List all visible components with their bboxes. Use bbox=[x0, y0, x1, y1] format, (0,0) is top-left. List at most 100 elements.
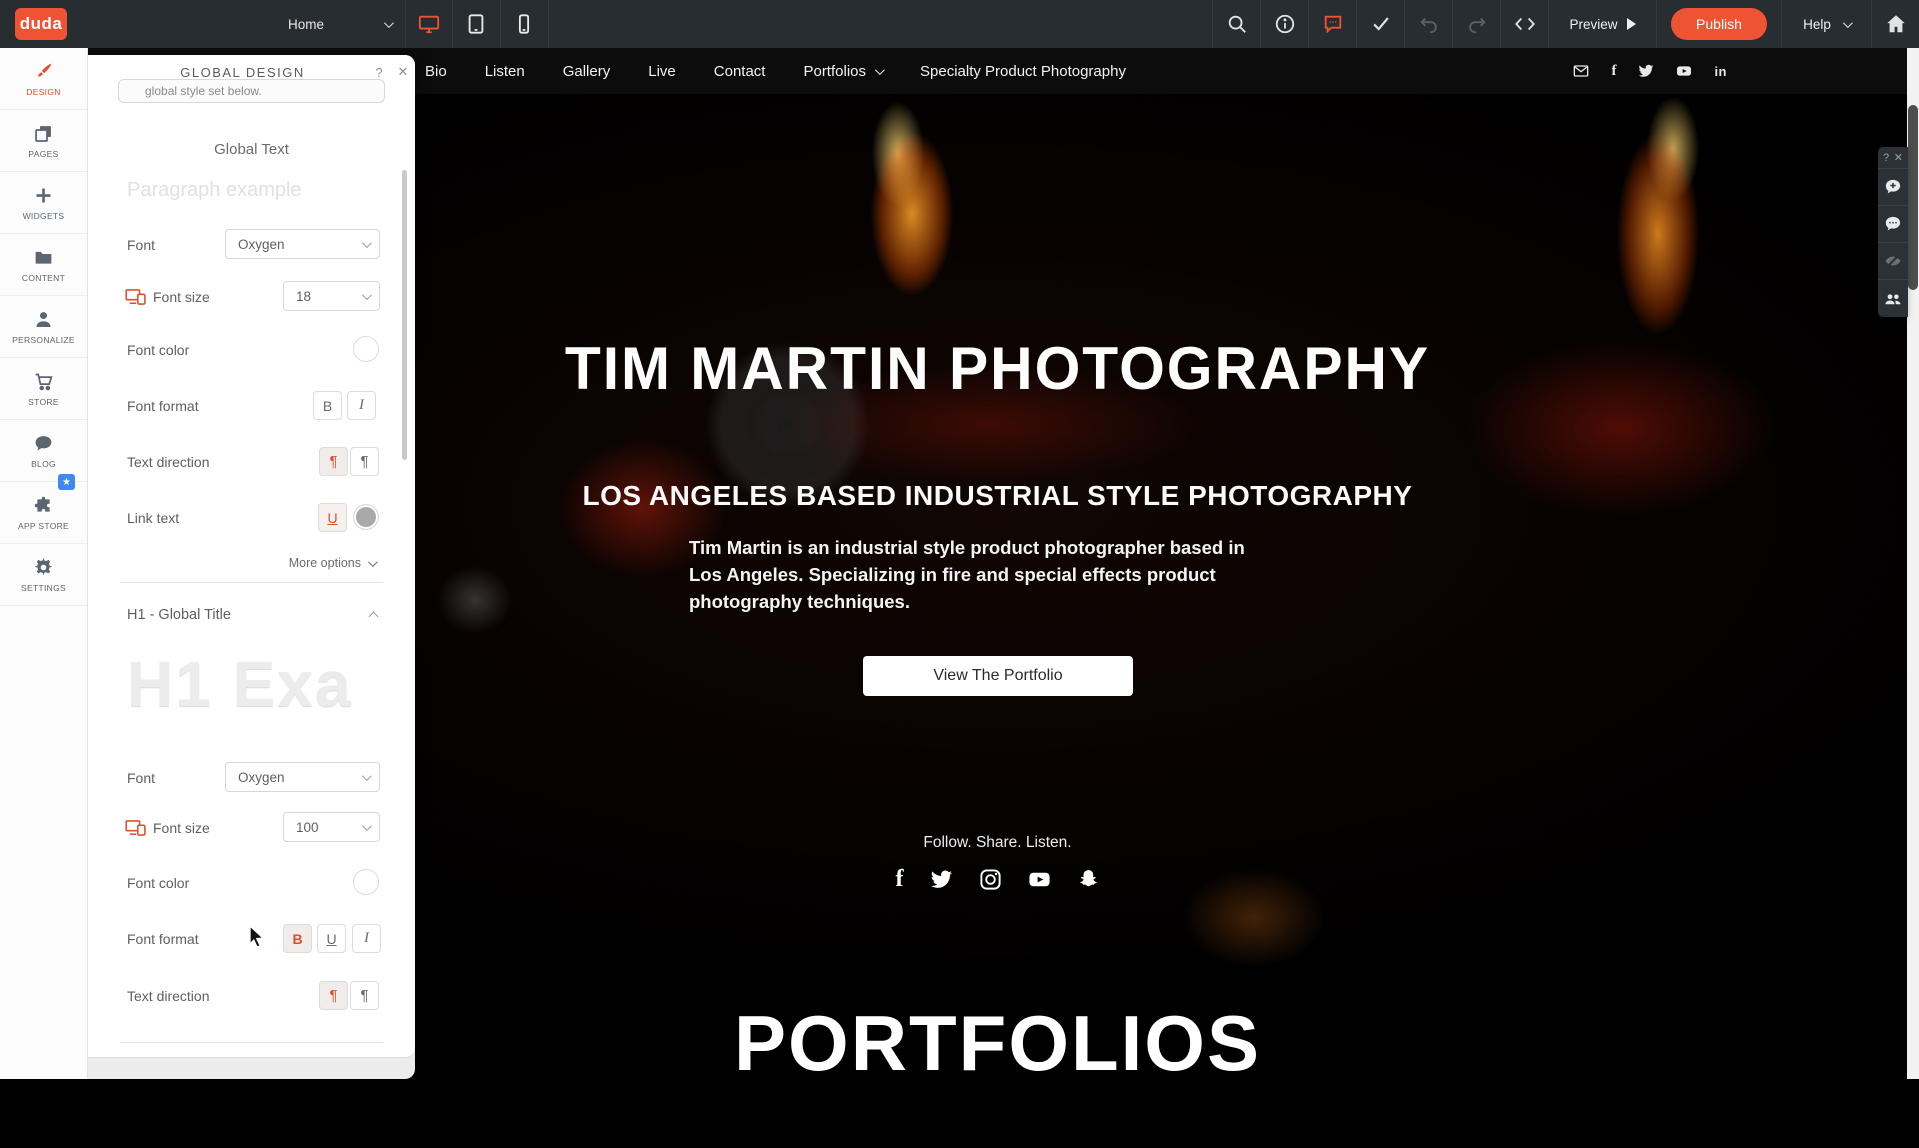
info-button[interactable] bbox=[1260, 0, 1308, 48]
panel-close-button[interactable]: ✕ bbox=[391, 64, 415, 80]
panel-help-button[interactable]: ? bbox=[367, 65, 391, 80]
speech-bubble-icon bbox=[33, 433, 54, 454]
hide-comments-button[interactable] bbox=[1878, 243, 1908, 280]
editor-sidebar: DESIGN PAGES WIDGETS CONTENT PERSONALIZE… bbox=[0, 48, 88, 1079]
folder-icon bbox=[33, 247, 54, 268]
view-portfolio-button[interactable]: View The Portfolio bbox=[863, 656, 1133, 696]
font-label: Font bbox=[127, 237, 155, 253]
duda-logo[interactable]: duda bbox=[15, 8, 67, 40]
page-selector-dropdown[interactable]: Home bbox=[270, 0, 405, 48]
undo-button[interactable] bbox=[1404, 0, 1452, 48]
email-icon[interactable] bbox=[1573, 63, 1589, 79]
info-icon bbox=[1274, 13, 1296, 35]
linkedin-icon[interactable]: in bbox=[1714, 64, 1727, 79]
h1-text-direction-rtl-button[interactable]: ¶ bbox=[350, 981, 379, 1010]
youtube-icon[interactable] bbox=[1676, 63, 1692, 79]
text-direction-rtl-button[interactable]: ¶ bbox=[350, 447, 379, 476]
site-nav-portfolios[interactable]: Portfolios bbox=[803, 63, 882, 80]
preview-button[interactable]: Preview bbox=[1548, 0, 1656, 48]
sidebar-item-pages[interactable]: PAGES bbox=[0, 110, 87, 172]
link-color-swatch[interactable] bbox=[353, 504, 379, 530]
responsive-devices-icon bbox=[125, 289, 147, 305]
font-color-swatch[interactable] bbox=[353, 336, 379, 362]
h1-underline-button[interactable]: U bbox=[317, 924, 346, 953]
h1-example-preview: H1 Exa bbox=[127, 647, 352, 721]
person-icon bbox=[33, 309, 54, 330]
twitter-icon[interactable] bbox=[930, 868, 953, 891]
app-store-badge: ★ bbox=[58, 474, 75, 490]
publish-button[interactable]: Publish bbox=[1671, 8, 1767, 40]
dev-mode-button[interactable] bbox=[1500, 0, 1548, 48]
chevron-down-icon bbox=[384, 18, 394, 28]
hero-description[interactable]: Tim Martin is an industrial style produc… bbox=[689, 534, 1269, 615]
h1-font-color-swatch[interactable] bbox=[353, 869, 379, 895]
sidebar-item-widgets[interactable]: WIDGETS bbox=[0, 172, 87, 234]
mobile-icon bbox=[513, 13, 535, 35]
desktop-icon bbox=[418, 13, 440, 35]
more-options-link[interactable]: More options bbox=[289, 556, 375, 570]
page-scrollbar[interactable] bbox=[1907, 48, 1919, 1079]
search-button[interactable] bbox=[1212, 0, 1260, 48]
toolbar-help-icon[interactable]: ? bbox=[1883, 152, 1889, 164]
collaborators-button[interactable] bbox=[1878, 280, 1908, 317]
collapse-section-icon[interactable] bbox=[369, 612, 379, 622]
font-size-dropdown[interactable]: 18 bbox=[283, 281, 380, 311]
youtube-icon[interactable] bbox=[1028, 868, 1051, 891]
feedback-button[interactable] bbox=[1308, 0, 1356, 48]
h1-italic-button[interactable]: I bbox=[352, 924, 381, 953]
h1-text-direction-ltr-button[interactable]: ¶ bbox=[319, 981, 348, 1010]
tablet-view-button[interactable] bbox=[452, 0, 499, 48]
font-size-label: Font size bbox=[153, 820, 210, 836]
design-panel-drawer: GLOBAL DESIGN ? ✕ global style set below… bbox=[88, 55, 415, 1079]
snapchat-icon[interactable] bbox=[1077, 868, 1100, 891]
desktop-view-button[interactable] bbox=[405, 0, 452, 48]
dashboard-home-button[interactable] bbox=[1871, 0, 1919, 48]
site-nav-bio[interactable]: Bio bbox=[425, 63, 447, 80]
sidebar-item-store[interactable]: STORE bbox=[0, 358, 87, 420]
comments-button[interactable] bbox=[1878, 206, 1908, 243]
instagram-icon[interactable] bbox=[979, 868, 1002, 891]
panel-notice-box: global style set below. bbox=[118, 79, 385, 103]
sidebar-item-personalize[interactable]: PERSONALIZE bbox=[0, 296, 87, 358]
mobile-view-button[interactable] bbox=[500, 0, 547, 48]
page-scrollbar-thumb[interactable] bbox=[1908, 105, 1918, 290]
font-label: Font bbox=[127, 770, 155, 786]
paragraph-example-preview: Paragraph example bbox=[127, 179, 302, 202]
sidebar-item-blog[interactable]: BLOG bbox=[0, 420, 87, 482]
link-underline-button[interactable]: U bbox=[318, 503, 347, 532]
twitter-icon[interactable] bbox=[1638, 63, 1654, 79]
sidebar-item-settings[interactable]: SETTINGS bbox=[0, 544, 87, 606]
search-icon bbox=[1226, 13, 1248, 35]
h1-font-size-dropdown[interactable]: 100 bbox=[283, 812, 380, 842]
panel-scrollbar[interactable] bbox=[402, 170, 407, 460]
site-nav-contact[interactable]: Contact bbox=[714, 63, 766, 80]
facebook-icon[interactable]: f bbox=[1611, 63, 1616, 80]
add-comment-button[interactable] bbox=[1878, 169, 1908, 206]
h1-section-heading: H1 - Global Title bbox=[127, 607, 231, 623]
sidebar-item-content[interactable]: CONTENT bbox=[0, 234, 87, 296]
site-nav-live[interactable]: Live bbox=[648, 63, 676, 80]
sidebar-item-app-store[interactable]: APP STORE ★ bbox=[0, 482, 87, 544]
sidebar-item-design[interactable]: DESIGN bbox=[0, 48, 87, 110]
text-direction-label: Text direction bbox=[127, 988, 209, 1004]
brush-icon bbox=[33, 61, 54, 82]
h1-font-family-dropdown[interactable]: Oxygen bbox=[225, 762, 380, 792]
redo-button[interactable] bbox=[1452, 0, 1500, 48]
toolbar-close-icon[interactable]: ✕ bbox=[1894, 151, 1903, 164]
help-dropdown[interactable]: Help bbox=[1781, 0, 1871, 48]
font-format-label: Font format bbox=[127, 398, 199, 414]
bold-button[interactable]: B bbox=[313, 391, 342, 420]
text-direction-ltr-button[interactable]: ¶ bbox=[319, 447, 348, 476]
facebook-icon[interactable]: f bbox=[896, 866, 904, 893]
global-text-heading: Global Text bbox=[88, 141, 415, 158]
editor-topbar: duda Home bbox=[0, 0, 1919, 48]
font-family-dropdown[interactable]: Oxygen bbox=[225, 229, 380, 259]
site-nav-listen[interactable]: Listen bbox=[485, 63, 525, 80]
h1-bold-button[interactable]: B bbox=[283, 924, 312, 953]
redo-icon bbox=[1466, 13, 1488, 35]
site-nav-specialty[interactable]: Specialty Product Photography bbox=[920, 63, 1126, 80]
save-done-button[interactable] bbox=[1356, 0, 1404, 48]
italic-button[interactable]: I bbox=[347, 391, 376, 420]
site-nav-gallery[interactable]: Gallery bbox=[563, 63, 611, 80]
code-icon bbox=[1514, 13, 1536, 35]
